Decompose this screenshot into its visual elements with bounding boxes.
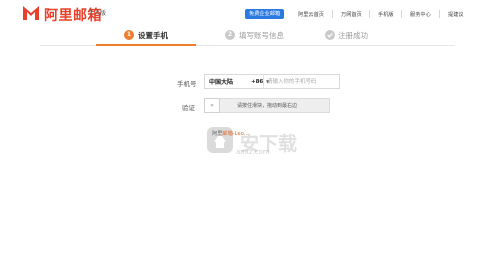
active-step-indicator	[96, 44, 196, 46]
phone-field: 中国大陆 +86 ▼	[204, 74, 340, 89]
hint-text: 阿里邮箱-Leo...	[212, 130, 249, 137]
hint-prefix: 阿里	[212, 131, 223, 137]
watermark-subtext: anxz.com	[236, 148, 270, 156]
phone-label: 手机号	[177, 80, 197, 88]
nav-divider	[401, 10, 402, 18]
verify-label: 验证	[182, 104, 195, 112]
step-label: 注册成功	[338, 30, 368, 40]
country-name: 中国大陆	[209, 79, 234, 86]
nav-link-aliyun-home[interactable]: 阿里云首页	[298, 11, 324, 18]
step-label: 填写账号信息	[239, 30, 284, 40]
check-circle-icon	[325, 30, 335, 40]
slider-captcha: » 请按住滑块，拖动到最右边	[204, 98, 330, 113]
slider-instruction: 请按住滑块，拖动到最右边	[237, 103, 298, 109]
slider-handle[interactable]: »	[204, 98, 220, 113]
edition-label: 个人版	[88, 10, 107, 17]
step-account-info: 2 填写账号信息	[225, 29, 284, 41]
hint-link[interactable]: 邮箱-Leo...	[222, 131, 248, 137]
free-enterprise-mail-button[interactable]: 免费企业邮箱	[245, 9, 285, 19]
nav-link-mobile[interactable]: 手机版	[378, 11, 394, 18]
top-header: 阿里邮箱 个人版 免费企业邮箱 阿里云首页 万网首页 手机版 服务中心 提建议	[0, 0, 499, 30]
aliyun-mail-logo-icon[interactable]	[22, 4, 40, 21]
nav-divider	[332, 10, 333, 18]
step-set-phone: 1 设置手机	[124, 29, 168, 41]
chevron-down-icon: ▼	[266, 79, 270, 84]
step-register-success: 注册成功	[325, 29, 368, 41]
nav-link-service-center[interactable]: 服务中心	[410, 11, 431, 18]
nav-link-wanwang-home[interactable]: 万网首页	[341, 11, 362, 18]
registration-page: 阿里邮箱 个人版 免费企业邮箱 阿里云首页 万网首页 手机版 服务中心 提建议 …	[0, 0, 499, 280]
step-label: 设置手机	[138, 30, 168, 40]
nav-divider	[439, 10, 440, 18]
country-select[interactable]: 中国大陆 +86 ▼	[205, 75, 269, 88]
country-code: +86	[251, 78, 264, 85]
nav-link-feedback[interactable]: 提建议	[448, 11, 464, 18]
step-number: 2	[225, 30, 235, 40]
phone-input[interactable]	[264, 75, 339, 88]
step-number: 1	[124, 30, 134, 40]
nav-divider	[369, 10, 370, 18]
